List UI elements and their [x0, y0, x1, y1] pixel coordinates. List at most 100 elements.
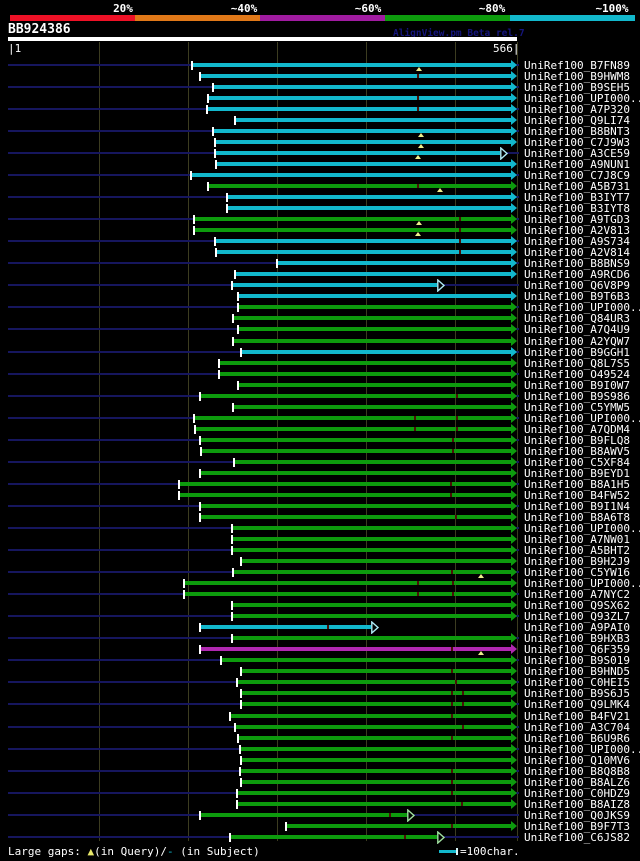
alignment-hit-bar[interactable]: [240, 768, 511, 773]
query-length-bar: [8, 37, 517, 41]
open-arrowhead-icon: [437, 279, 446, 292]
alignment-hit-bar[interactable]: [238, 382, 511, 387]
alignment-hit-bar[interactable]: [219, 360, 511, 365]
alignment-hit-bar[interactable]: [227, 206, 511, 210]
alignment-hit-bar[interactable]: [215, 239, 511, 243]
alignment-hit-bar[interactable]: [201, 448, 511, 453]
solid-arrowhead-icon: [511, 710, 517, 721]
alignment-hit-bar[interactable]: [221, 658, 511, 662]
alignment-hit-bar[interactable]: [192, 62, 511, 67]
alignment-hit-bar[interactable]: [194, 228, 511, 232]
solid-arrowhead-icon: [511, 467, 517, 478]
alignment-hit-bar[interactable]: [216, 250, 511, 254]
alignment-hit-bar[interactable]: [234, 459, 511, 464]
subject-gap-tick: [462, 702, 464, 706]
alignment-hit-bar[interactable]: [235, 724, 511, 729]
hit-start-tick: [240, 700, 242, 709]
alignment-hit-bar[interactable]: [238, 294, 511, 298]
alignment-hit-bar[interactable]: [230, 713, 511, 718]
alignment-hit-bar[interactable]: [232, 636, 511, 640]
alignment-hit-bar[interactable]: [195, 426, 511, 431]
alignment-hit-bar[interactable]: [232, 548, 511, 552]
hit-start-tick: [231, 546, 233, 555]
alignment-hit-bar[interactable]: [237, 790, 511, 795]
alignment-hit-bar[interactable]: [213, 128, 511, 133]
hit-start-tick: [193, 226, 195, 235]
subject-gap-tick: [417, 592, 419, 596]
alignment-hit-bar[interactable]: [200, 73, 511, 78]
alignment-hit-bar[interactable]: [213, 84, 511, 89]
solid-arrowhead-icon: [511, 456, 517, 467]
hit-start-tick: [199, 468, 201, 478]
hit-start-tick: [215, 160, 217, 169]
alignment-hit-bar[interactable]: [241, 349, 511, 354]
alignment-hit-bar[interactable]: [232, 614, 511, 618]
alignment-hit-bar[interactable]: [241, 691, 511, 695]
alignment-hit-bar[interactable]: [240, 746, 511, 751]
alignment-hit-bar[interactable]: [200, 470, 511, 475]
hit-start-tick: [207, 93, 209, 103]
alignment-hit-bar[interactable]: [232, 537, 511, 541]
alignment-hit-bar[interactable]: [238, 305, 511, 309]
alignment-hit-bar[interactable]: [232, 283, 437, 287]
hit-label[interactable]: UniRef100_C6JS82: [524, 831, 630, 844]
alignment-hit-bar[interactable]: [227, 195, 511, 199]
alignment-hit-bar[interactable]: [179, 481, 511, 486]
solid-arrowhead-icon: [511, 291, 517, 301]
alignment-hit-bar[interactable]: [184, 581, 511, 585]
alignment-hit-bar[interactable]: [200, 393, 511, 398]
alignment-hit-bar[interactable]: [235, 117, 511, 122]
alignment-hit-bar[interactable]: [200, 503, 511, 508]
solid-arrowhead-icon: [511, 534, 517, 544]
alignment-hit-bar[interactable]: [241, 702, 511, 706]
alignment-hit-bar[interactable]: [241, 779, 511, 784]
alignment-hit-bar[interactable]: [194, 415, 511, 420]
subject-gap-tick: [414, 426, 416, 431]
solid-arrowhead-icon: [511, 798, 517, 809]
alignment-hit-bar[interactable]: [200, 437, 511, 442]
alignment-hit-bar[interactable]: [216, 162, 511, 166]
alignment-hit-bar[interactable]: [241, 757, 511, 762]
alignment-hit-bar[interactable]: [237, 680, 511, 684]
solid-arrowhead-icon: [511, 489, 517, 500]
solid-arrowhead-icon: [511, 567, 517, 577]
hit-start-tick: [276, 259, 278, 268]
alignment-hit-bar[interactable]: [200, 647, 511, 651]
alignment-hit-bar[interactable]: [194, 217, 511, 221]
alignment-hit-bar[interactable]: [238, 735, 511, 740]
alignment-hit-bar[interactable]: [200, 514, 511, 519]
alignment-hit-bar[interactable]: [191, 173, 511, 177]
hit-start-tick: [212, 126, 214, 136]
alignment-hit-bar[interactable]: [208, 184, 511, 188]
alignment-hit-bar[interactable]: [179, 492, 511, 497]
hit-start-tick: [199, 623, 201, 632]
alignment-hit-bar[interactable]: [241, 669, 511, 673]
alignment-hit-bar[interactable]: [219, 371, 511, 376]
alignment-hit-bar[interactable]: [233, 404, 511, 409]
alignment-hit-bar[interactable]: [200, 812, 407, 817]
alignment-hit-bar[interactable]: [233, 338, 511, 343]
alignment-hit-bar[interactable]: [207, 106, 511, 111]
solid-arrowhead-icon: [511, 159, 517, 169]
solid-arrowhead-icon: [511, 732, 517, 743]
alignment-hit-bar[interactable]: [238, 327, 511, 331]
alignment-hit-bar[interactable]: [215, 150, 500, 155]
alignment-hit-bar[interactable]: [184, 592, 511, 596]
alignment-hit-bar[interactable]: [235, 272, 511, 276]
alignment-hit-bar[interactable]: [232, 603, 511, 607]
alignment-hit-bar[interactable]: [233, 570, 511, 574]
subject-gap-tick: [417, 581, 419, 585]
solid-arrowhead-icon: [511, 81, 517, 92]
alignment-hit-bar[interactable]: [208, 95, 511, 100]
hit-start-tick: [199, 512, 201, 522]
alignment-hit-bar[interactable]: [237, 801, 511, 806]
alignment-hit-bar[interactable]: [286, 823, 511, 828]
alignment-hit-bar[interactable]: [215, 139, 511, 144]
alignment-hit-bar[interactable]: [232, 526, 511, 530]
alignment-hit-bar[interactable]: [233, 316, 511, 320]
hit-start-tick: [200, 446, 202, 456]
query-gap-triangle-icon: [418, 132, 424, 137]
alignment-hit-bar[interactable]: [241, 559, 511, 563]
alignment-hit-bar[interactable]: [200, 625, 371, 629]
alignment-hit-bar[interactable]: [277, 261, 511, 265]
